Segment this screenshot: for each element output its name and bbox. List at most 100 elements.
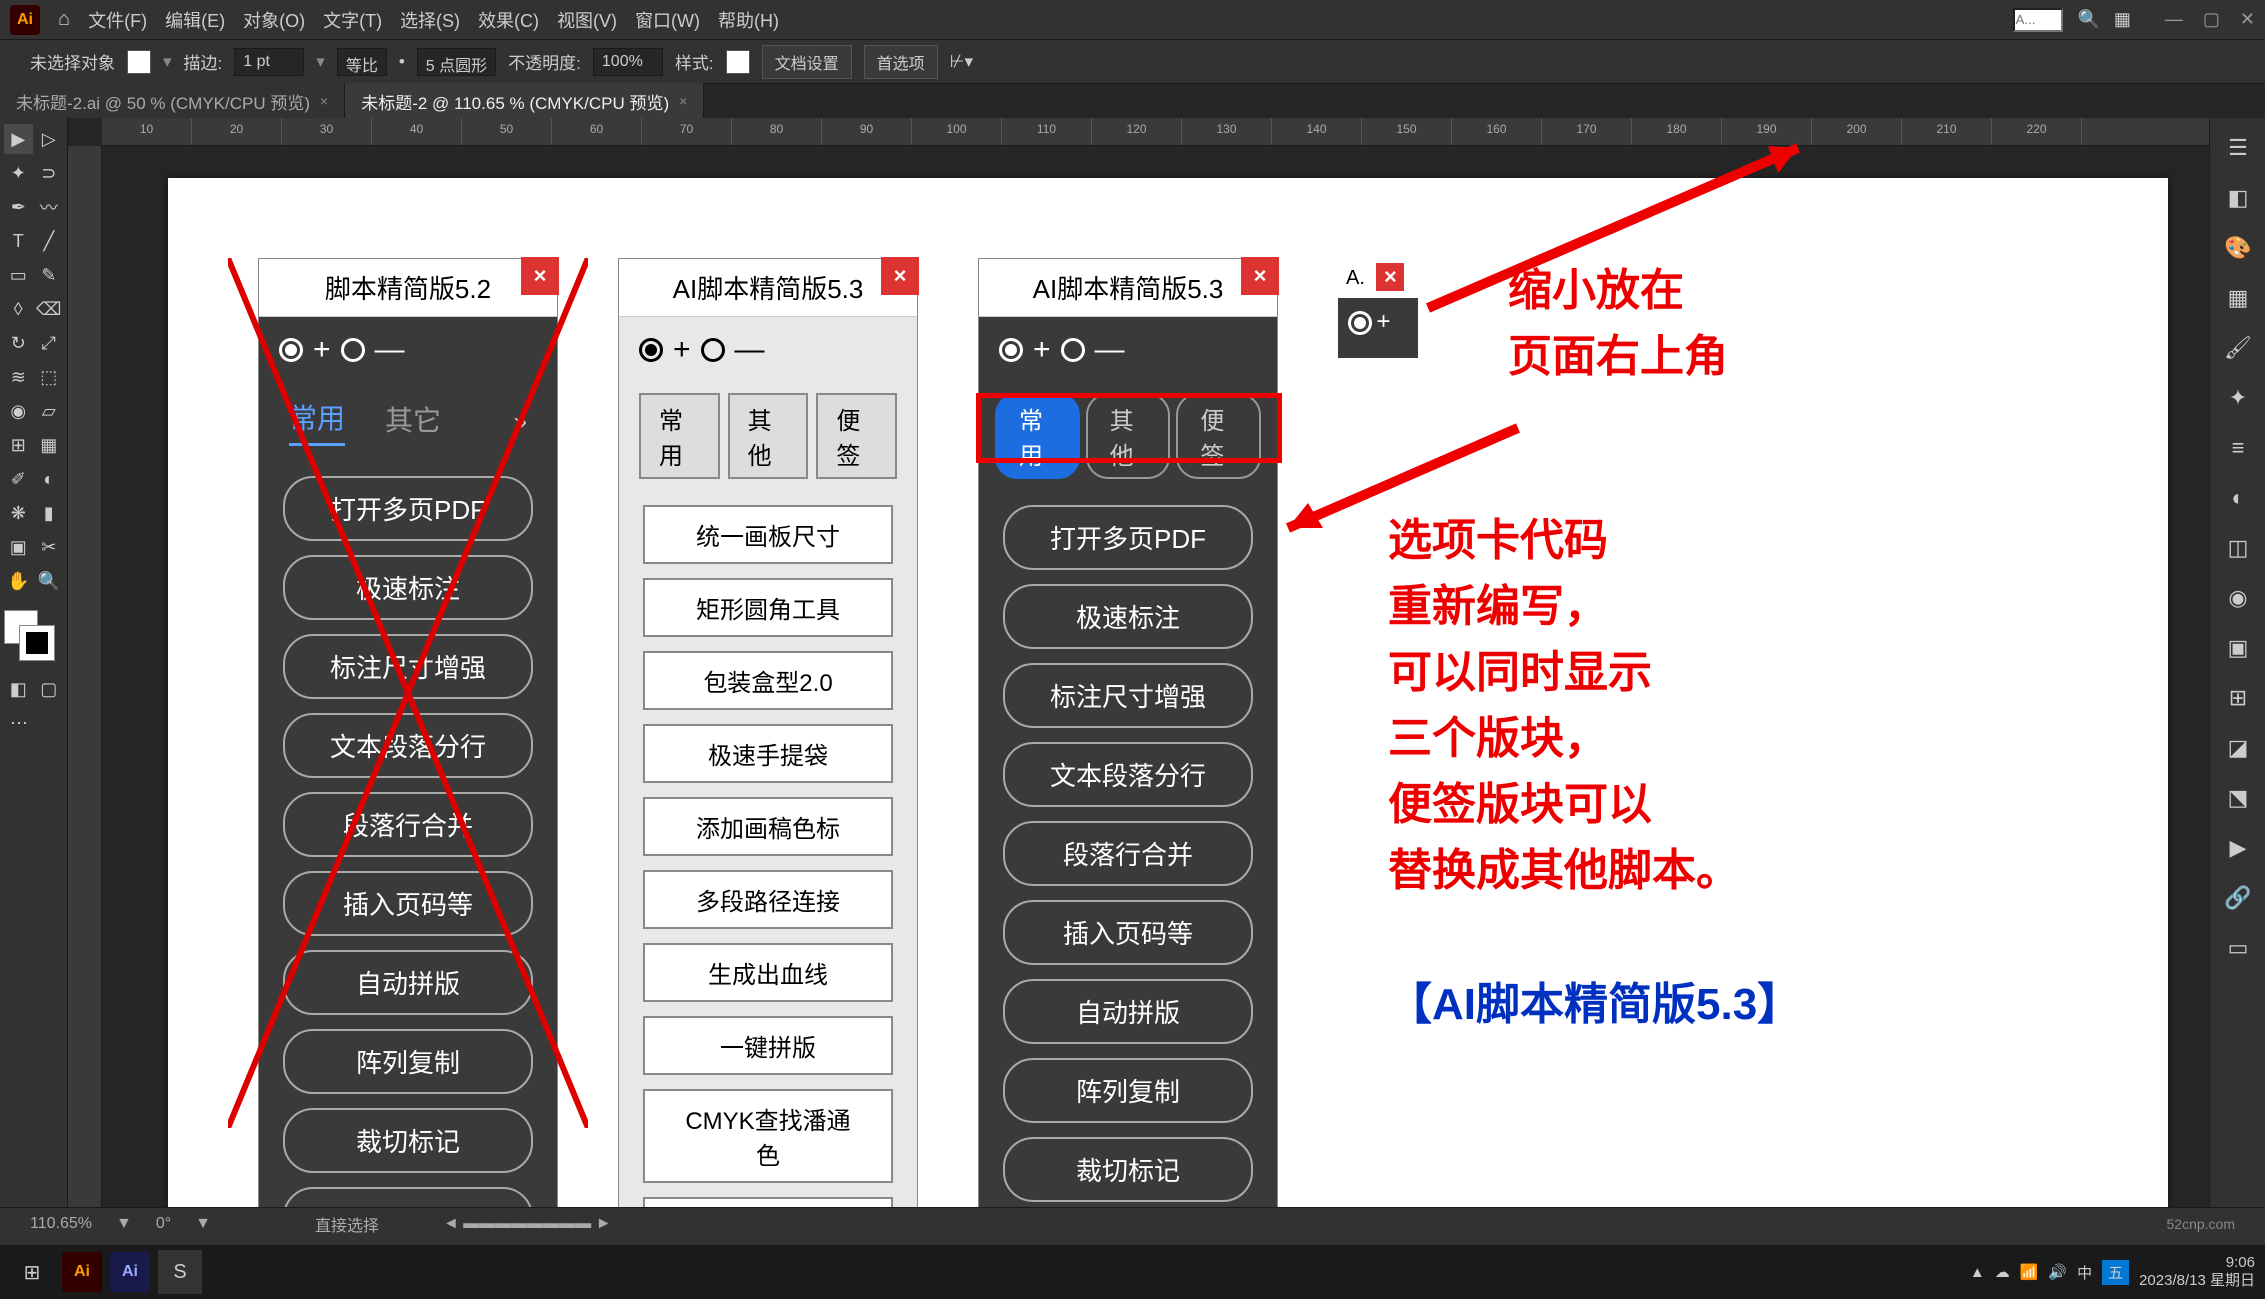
search-icon[interactable]: 🔍 [2077,9,2099,30]
script-button[interactable]: 打开多页PDF [283,476,533,541]
transform-icon[interactable]: ⬔ [2216,776,2260,820]
align-icon[interactable]: ⊬▾ [950,52,973,72]
selection-tool[interactable]: ▶ [4,124,33,154]
app-ai-icon[interactable]: Ai [62,1252,102,1292]
radio-icon[interactable] [701,338,725,362]
script-button[interactable]: CMYK查找潘通色 [643,1089,893,1183]
prefs-button[interactable]: 首选项 [864,45,938,79]
gradient-icon[interactable]: ◐ [2216,476,2260,520]
tab-other[interactable]: 其他 [1086,393,1171,479]
ime-icon[interactable]: 中 [2077,1262,2092,1283]
script-button[interactable]: 生成出血线 [643,943,893,1002]
style-swatch[interactable] [726,50,750,74]
lasso-tool[interactable]: ⊃ [35,158,64,188]
brushes-icon[interactable]: 🖌 [2216,326,2260,370]
rotate-tool[interactable]: ↻ [4,328,33,358]
tab-notes[interactable]: 便签 [1176,393,1261,479]
tab-notes[interactable]: 便签 [816,393,897,479]
script-button[interactable]: 自动拼版 [1003,979,1253,1044]
script-button[interactable]: 阵列复制 [1003,1058,1253,1123]
script-button[interactable]: 多段路径连接 [643,870,893,929]
menu-help[interactable]: 帮助(H) [718,7,779,33]
stroke-icon[interactable]: ≡ [2216,426,2260,470]
artboard-tool[interactable]: ▣ [4,532,33,562]
color-icon[interactable]: 🎨 [2216,226,2260,270]
script-button[interactable]: 插入页码等 [283,871,533,936]
clock[interactable]: 9:06 2023/8/13 星期日 [2139,1254,2255,1290]
start-icon[interactable]: ⊞ [10,1250,54,1294]
doc-tab-2[interactable]: 未标题-2 @ 110.65 % (CMYK/CPU 预览) × [345,83,704,120]
brush-select[interactable]: 5 点圆形 [417,48,496,76]
script-button[interactable]: 矩形圆角工具 [643,578,893,637]
script-button[interactable]: 极速标注 [1003,584,1253,649]
align-icon[interactable]: ⊞ [2216,676,2260,720]
transparency-icon[interactable]: ◫ [2216,526,2260,570]
stroke-swatch[interactable] [20,626,54,660]
pen-tool[interactable]: ✒ [4,192,33,222]
symbols-icon[interactable]: ✦ [2216,376,2260,420]
tab-common[interactable]: 常用 [639,393,720,479]
script-button[interactable]: 文本段落分行 [1003,742,1253,807]
search-input[interactable] [2013,8,2063,32]
script-button[interactable]: 段落行合并 [1003,821,1253,886]
symbol-sprayer-tool[interactable]: ❋ [4,498,33,528]
tab-other[interactable]: 其它 [385,399,441,445]
appearance-icon[interactable]: ◉ [2216,576,2260,620]
hand-tool[interactable]: ✋ [4,566,33,596]
slice-tool[interactable]: ✂ [35,532,64,562]
graph-tool[interactable]: ▮ [35,498,64,528]
tab-other[interactable]: 其他 [728,393,809,479]
links-icon[interactable]: 🔗 [2216,876,2260,920]
tab-common[interactable]: 常用 [289,397,345,446]
home-icon[interactable]: ⌂ [58,8,70,31]
tray-icon[interactable]: ☁ [1995,1263,2010,1281]
script-button[interactable]: 一键拼版 [643,1016,893,1075]
brush-tool[interactable]: ✎ [35,260,64,290]
mesh-tool[interactable]: ⊞ [4,430,33,460]
graphic-styles-icon[interactable]: ▣ [2216,626,2260,670]
radio-icon[interactable] [639,338,663,362]
radio-icon[interactable] [341,338,365,362]
pathfinder-icon[interactable]: ◪ [2216,726,2260,770]
eyedropper-tool[interactable]: ✐ [4,464,33,494]
free-transform-tool[interactable]: ⬚ [35,362,64,392]
layers-icon[interactable]: ◧ [2216,176,2260,220]
close-icon[interactable]: × [521,257,559,295]
script-button[interactable]: 标注尺寸增强 [283,634,533,699]
radio-icon[interactable] [279,338,303,362]
rotation[interactable]: 0° [156,1215,171,1233]
blend-tool[interactable]: ◐ [35,464,64,494]
artboards-icon[interactable]: ▭ [2216,926,2260,970]
shaper-tool[interactable]: ◊ [4,294,33,324]
scale-tool[interactable]: ⤢ [35,328,64,358]
tray-icon[interactable]: 🔊 [2048,1263,2067,1281]
eraser-tool[interactable]: ⌫ [35,294,64,324]
maximize-icon[interactable]: ▢ [2203,9,2220,30]
script-button[interactable]: 添加画稿色标 [643,797,893,856]
direct-select-tool[interactable]: ▷ [35,124,64,154]
script-button[interactable]: 阵列复制 [283,1029,533,1094]
close-icon[interactable]: ✕ [2240,9,2255,30]
app-icon[interactable]: S [158,1250,202,1294]
doc-setup-button[interactable]: 文档设置 [762,45,852,79]
doc-tab-1[interactable]: 未标题-2.ai @ 50 % (CMYK/CPU 预览) × [0,83,345,120]
zoom-tool[interactable]: 🔍 [35,566,64,596]
menu-edit[interactable]: 编辑(E) [165,7,225,33]
script-button[interactable]: 包装盒型2.0 [643,651,893,710]
shape-builder-tool[interactable]: ◉ [4,396,33,426]
fill-stroke-swatches[interactable] [4,610,54,660]
type-tool[interactable]: T [4,226,33,256]
screen-mode-icon[interactable]: ▢ [35,674,64,704]
width-tool[interactable]: ≋ [4,362,33,392]
close-icon[interactable]: × [1376,263,1404,291]
radio-icon[interactable] [1348,311,1372,335]
menu-text[interactable]: 文字(T) [323,7,382,33]
uniform-select[interactable]: 等比 [337,48,387,76]
zoom-level[interactable]: 110.65% [30,1215,92,1233]
stroke-weight-input[interactable] [234,48,304,76]
canvas[interactable]: 1020304050607080901001101201301401501601… [68,118,2209,1218]
ime-icon[interactable]: 五 [2102,1260,2129,1285]
script-button[interactable]: 裁切标记 [1003,1137,1253,1202]
curvature-tool[interactable]: 〰 [35,192,64,222]
perspective-tool[interactable]: ▱ [35,396,64,426]
